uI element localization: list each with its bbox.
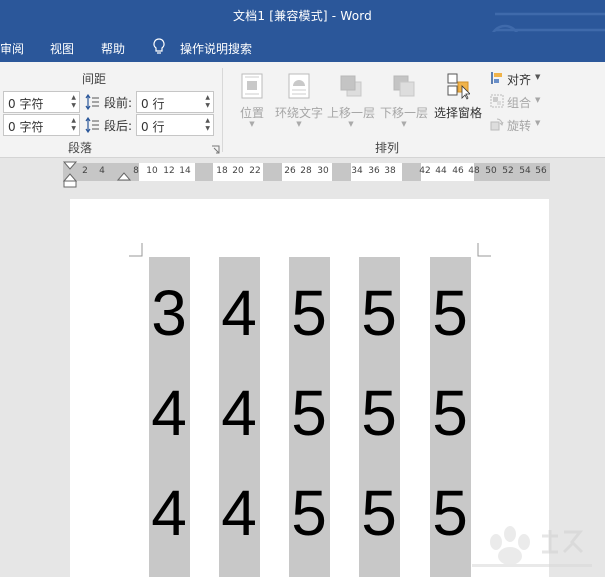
tell-me-search[interactable]: 操作说明搜索 [180, 40, 252, 57]
cell-digit[interactable]: 5 [420, 281, 480, 345]
indent-left-field[interactable]: 0 字符 ▲ ▼ [3, 91, 80, 113]
tab-view[interactable]: 视图 [50, 40, 74, 57]
cell-digit[interactable]: 5 [279, 481, 339, 545]
group-objects-icon [490, 94, 504, 108]
rotate-label: 旋转 [507, 119, 532, 133]
dialog-launcher-icon[interactable] [211, 145, 220, 154]
cell-digit[interactable]: 5 [349, 381, 409, 445]
spinner-arrows-icon[interactable]: ▲ ▼ [71, 117, 76, 133]
chevron-down-icon: ▼ [348, 120, 354, 128]
chevron-down-icon: ▼ [535, 73, 541, 81]
spacing-title: 间距 [82, 72, 107, 86]
cell-digit[interactable]: 3 [139, 281, 199, 345]
space-before-icon [85, 94, 99, 110]
chevron-down-icon: ▼ [535, 119, 541, 127]
align-label: 对齐 [507, 73, 532, 87]
cell-digit[interactable]: 4 [209, 281, 269, 345]
align-icon [491, 72, 502, 84]
paragraph-group-label: 段落 [68, 141, 93, 155]
indent-marker-icon[interactable] [63, 161, 77, 189]
cell-digit[interactable]: 4 [209, 481, 269, 545]
ruler-tick: 56 [535, 166, 547, 176]
indent-left-value: 0 字符 [8, 97, 44, 111]
selection-pane-button[interactable]: 选择窗格 [432, 68, 484, 138]
chevron-down-icon: ▼ [401, 120, 407, 128]
cell-digit[interactable]: 5 [349, 281, 409, 345]
bring-forward-button[interactable]: 上移一层 ▼ [325, 68, 377, 138]
spinner-arrows-icon[interactable]: ▲ ▼ [71, 94, 76, 110]
ruler-tick: 4 [99, 166, 105, 176]
spinner-arrows-icon[interactable]: ▲ ▼ [205, 94, 210, 110]
send-backward-icon [393, 75, 415, 97]
bring-forward-icon [340, 75, 362, 97]
ruler-tick: 38 [384, 166, 396, 176]
ribbon-tabs: 审阅 视图 帮助 操作说明搜索 [0, 32, 605, 62]
group-label: 组合 [507, 96, 532, 110]
space-after-field[interactable]: 0 行 ▲ ▼ [136, 114, 214, 136]
chevron-down-icon: ▼ [535, 96, 541, 104]
ruler-tick: 30 [317, 166, 329, 176]
chevron-down-icon: ▼ [249, 120, 255, 128]
wrap-text-icon [288, 73, 310, 99]
send-backward-button[interactable]: 下移一层 ▼ [378, 68, 430, 138]
ruler-tick: 22 [249, 166, 261, 176]
selection-pane-icon [447, 73, 470, 100]
cell-digit[interactable]: 4 [139, 481, 199, 545]
chevron-down-icon: ▼ [296, 120, 302, 128]
space-before-field[interactable]: 0 行 ▲ ▼ [136, 91, 214, 113]
selection-pane-label: 选择窗格 [433, 106, 482, 120]
position-button[interactable]: 位置 ▼ [226, 68, 278, 138]
horizontal-ruler[interactable]: 2 4 8 10 12 14 18 20 22 26 28 30 34 36 3… [63, 161, 550, 188]
indent-right-value: 0 字符 [8, 120, 44, 134]
space-before-value: 0 行 [141, 97, 165, 111]
space-after-label: 段后: [104, 119, 133, 133]
arrange-group-label: 排列 [375, 141, 400, 155]
rotate-icon [490, 118, 504, 131]
hanging-indent-icon[interactable] [117, 171, 131, 181]
cell-digit[interactable]: 4 [139, 381, 199, 445]
cell-digit[interactable]: 5 [279, 281, 339, 345]
title-bar: 文档1 [兼容模式] - Word [0, 0, 605, 56]
ribbon: 间距 0 字符 ▲ ▼ 0 字符 ▲ ▼ 段前: 0 行 ▲ ▼ 段后: 0 行 ▲ ▼… [0, 62, 605, 158]
tab-review[interactable]: 审阅 [0, 40, 24, 57]
cell-digit[interactable]: 5 [279, 381, 339, 445]
cell-digit[interactable]: 5 [420, 381, 480, 445]
space-after-value: 0 行 [141, 120, 165, 134]
spinner-arrows-icon[interactable]: ▲ ▼ [205, 117, 210, 133]
position-icon [241, 73, 263, 99]
cell-digit[interactable]: 5 [349, 481, 409, 545]
crop-mark-icon [477, 243, 491, 257]
space-before-label: 段前: [104, 96, 133, 110]
ruler-tick: 14 [179, 166, 191, 176]
crop-mark-icon [129, 243, 143, 257]
lightbulb-icon[interactable] [152, 38, 166, 56]
wrap-text-button[interactable]: 环绕文字 ▼ [273, 68, 325, 138]
indent-right-field[interactable]: 0 字符 ▲ ▼ [3, 114, 80, 136]
cell-digit[interactable]: 4 [209, 381, 269, 445]
baidu-jingyan-watermark-icon [472, 526, 592, 567]
tab-help[interactable]: 帮助 [101, 40, 125, 57]
space-after-icon [85, 117, 99, 133]
